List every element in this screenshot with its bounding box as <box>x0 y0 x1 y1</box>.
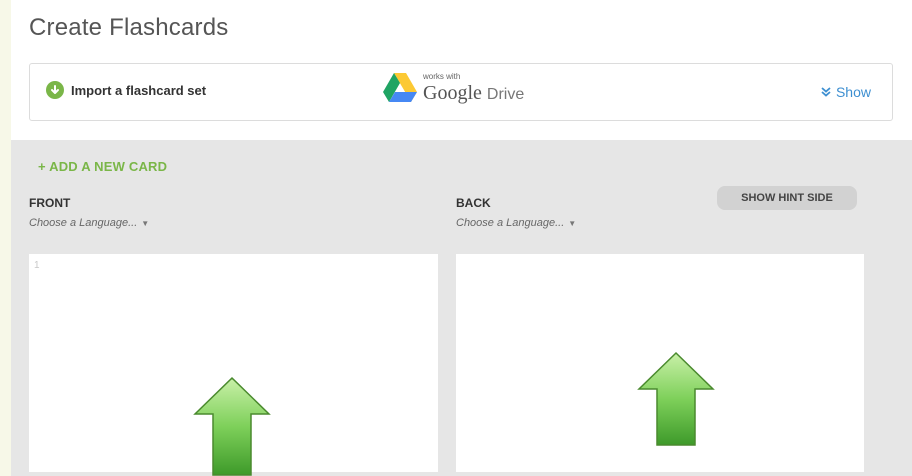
back-language-value: Choose a Language... <box>456 217 565 229</box>
google-drive-badge: works with Google Drive <box>383 73 524 103</box>
download-circle-icon <box>46 81 64 99</box>
front-language-select[interactable]: Choose a Language... ▼ <box>29 217 149 229</box>
caret-down-icon: ▼ <box>141 219 150 228</box>
front-label: FRONT <box>29 196 71 210</box>
back-language-select[interactable]: Choose a Language... ▼ <box>456 217 576 229</box>
google-wordmark: Google <box>423 82 482 104</box>
caret-down-icon: ▼ <box>568 219 577 228</box>
up-arrow-annotation-back <box>637 351 715 446</box>
line-number: 1 <box>34 260 40 271</box>
front-language-value: Choose a Language... <box>29 217 138 229</box>
google-drive-logo <box>383 73 417 102</box>
back-label: BACK <box>456 196 491 210</box>
import-flashcard-set-link[interactable]: Import a flashcard set <box>46 81 206 99</box>
show-import-toggle[interactable]: Show <box>821 84 871 100</box>
show-label: Show <box>835 84 871 100</box>
show-hint-side-button[interactable]: SHOW HINT SIDE <box>717 186 857 210</box>
double-chevron-down-icon <box>821 87 831 97</box>
import-bar: Import a flashcard set works with Google… <box>29 63 893 121</box>
up-arrow-annotation-front <box>193 376 271 476</box>
drive-wordmark: Drive <box>486 86 525 103</box>
page-title: Create Flashcards <box>29 14 229 41</box>
flashcard-editor-page: Create Flashcards Import a flashcard set <box>11 0 912 476</box>
header-panel: Create Flashcards Import a flashcard set <box>11 0 912 140</box>
works-with-label: works with <box>423 72 461 81</box>
add-new-card-button[interactable]: + ADD A NEW CARD <box>38 159 167 174</box>
import-label: Import a flashcard set <box>71 82 207 98</box>
